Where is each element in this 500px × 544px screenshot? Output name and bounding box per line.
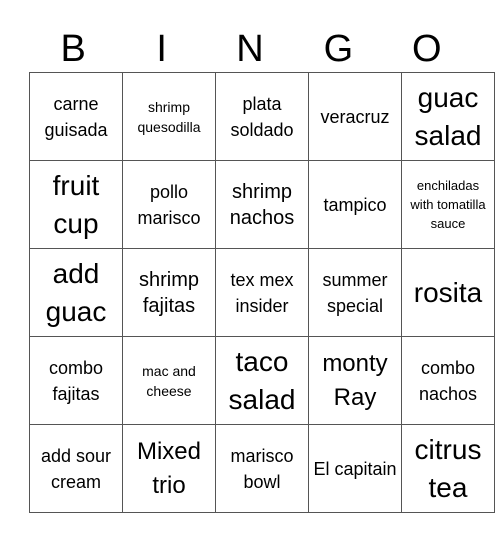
bingo-cell[interactable]: shrimp fajitas <box>122 248 216 337</box>
bingo-cell-label: El capitain <box>313 458 397 479</box>
bingo-cell-label: monty Ray <box>322 349 388 411</box>
bingo-cell[interactable]: monty Ray <box>308 336 402 425</box>
bingo-cell-label: veracruz <box>320 106 390 127</box>
bingo-cell[interactable]: shrimp nachos <box>215 160 309 249</box>
bingo-cell-label: add guac <box>45 257 107 327</box>
bingo-cell[interactable]: combo fajitas <box>29 336 123 425</box>
bingo-cell-label: shrimp quesodilla <box>137 98 201 135</box>
bingo-cell-label: add sour cream <box>40 445 112 492</box>
header-letter-b: B <box>60 28 86 70</box>
bingo-cell-label: enchiladas with tomatilla sauce <box>410 178 486 231</box>
bingo-row: fruit cup pollo marisco shrimp nachos tampi… <box>29 160 495 249</box>
bingo-cell[interactable]: taco salad <box>215 336 309 425</box>
bingo-cell[interactable]: rosita <box>401 248 495 337</box>
bingo-cell-label: tampico <box>323 194 387 215</box>
bingo-cell[interactable]: carne guisada <box>29 72 123 161</box>
bingo-cell[interactable]: add sour cream <box>29 424 123 513</box>
bingo-cell[interactable]: shrimp quesodilla <box>122 72 216 161</box>
bingo-grid: carne guisada shrimp quesodilla plata sold… <box>29 72 495 513</box>
bingo-row: carne guisada shrimp quesodilla plata sold… <box>29 72 495 161</box>
bingo-cell-label: marisco bowl <box>230 445 294 492</box>
bingo-cell[interactable]: summer special <box>308 248 402 337</box>
bingo-cell-label: shrimp nachos <box>229 180 295 229</box>
bingo-cell[interactable]: veracruz <box>308 72 402 161</box>
bingo-cell-label: tex mex insider <box>230 269 294 316</box>
bingo-cell-label: shrimp fajitas <box>138 268 199 317</box>
bingo-cell-label: Mixed trio <box>136 437 202 499</box>
bingo-cell-label: rosita <box>413 276 483 308</box>
header-letter-n: N <box>236 28 264 70</box>
bingo-cell[interactable]: Mixed trio <box>122 424 216 513</box>
bingo-cell[interactable]: tampico <box>308 160 402 249</box>
header-letter-g: G <box>323 28 354 70</box>
bingo-cell[interactable]: mac and cheese <box>122 336 216 425</box>
bingo-cell[interactable]: tex mex insider <box>215 248 309 337</box>
bingo-cell-label: carne guisada <box>44 93 108 140</box>
header-letter-i: I <box>156 28 167 70</box>
bingo-cell[interactable]: plata soldado <box>215 72 309 161</box>
bingo-row: add guac shrimp fajitas tex mex insider sum… <box>29 248 495 337</box>
bingo-cell-label: summer special <box>322 269 388 316</box>
bingo-cell[interactable]: combo nachos <box>401 336 495 425</box>
bingo-cell-label: citrus tea <box>414 433 482 503</box>
bingo-cell-label: taco salad <box>228 345 296 415</box>
bingo-row: combo fajitas mac and cheese taco salad mon… <box>29 336 495 425</box>
bingo-cell-label: combo fajitas <box>48 357 104 404</box>
bingo-cell[interactable]: El capitain <box>308 424 402 513</box>
bingo-cell-label: combo nachos <box>418 357 478 404</box>
bingo-cell[interactable]: enchiladas with tomatilla sauce <box>401 160 495 249</box>
bingo-cell-label: guac salad <box>414 81 482 151</box>
bingo-cell[interactable]: fruit cup <box>29 160 123 249</box>
bingo-cell[interactable]: marisco bowl <box>215 424 309 513</box>
bingo-cell[interactable]: guac salad <box>401 72 495 161</box>
bingo-cell[interactable]: citrus tea <box>401 424 495 513</box>
bingo-cell-label: plata soldado <box>230 93 294 140</box>
bingo-cell-label: mac and cheese <box>142 362 196 399</box>
bingo-cell-label: fruit cup <box>52 169 100 239</box>
bingo-cell[interactable]: pollo marisco <box>122 160 216 249</box>
bingo-cell-label: pollo marisco <box>137 181 201 228</box>
bingo-cell[interactable]: add guac <box>29 248 123 337</box>
bingo-header: B I N G O <box>29 26 471 72</box>
bingo-row: add sour cream Mixed trio marisco bowl El c… <box>29 424 495 513</box>
header-letter-o: O <box>412 28 442 70</box>
